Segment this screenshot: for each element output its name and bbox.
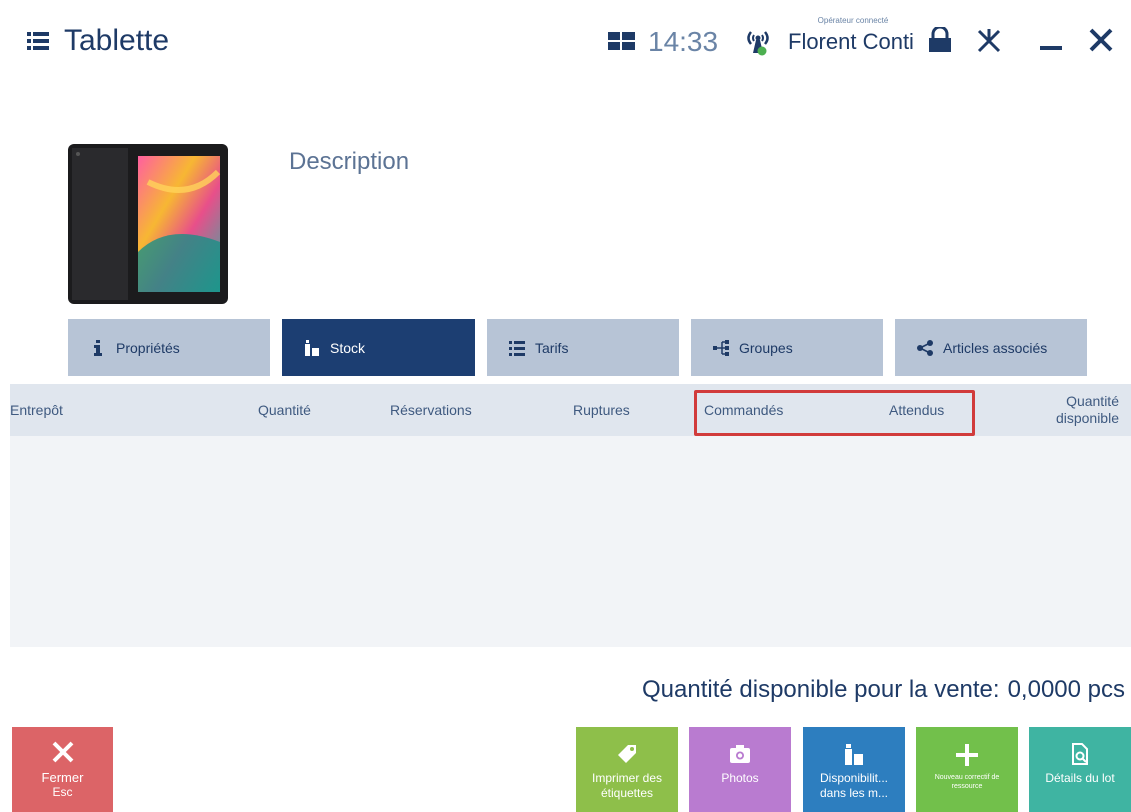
column-header-reservations[interactable]: Réservations [390, 402, 472, 418]
availability-value: 0,0000 pcs [1007, 676, 1125, 703]
tab-label: Articles associés [943, 339, 1048, 356]
lot-details-label: Détails du lot [1045, 771, 1115, 785]
lock-icon[interactable] [928, 25, 952, 53]
column-header-expected[interactable]: Attendus [889, 402, 944, 418]
column-header-quantity[interactable]: Quantité [258, 402, 311, 418]
tools-icon[interactable] [975, 27, 1003, 55]
tab-stock[interactable]: Stock [282, 319, 475, 376]
groups-icon [713, 339, 729, 356]
plus-icon [956, 744, 978, 766]
tab-related-articles[interactable]: Articles associés [895, 319, 1087, 376]
print-labels-label: Imprimer des étiquettes [591, 771, 662, 800]
stock-table-body [10, 436, 1131, 647]
column-header-shortages[interactable]: Ruptures [573, 402, 630, 418]
warehouse-availability-button[interactable]: Disponibilit... dans les m... [803, 727, 905, 812]
availability-summary: Quantité disponible pour la vente: 0,0000… [642, 676, 1125, 704]
product-image [68, 142, 228, 306]
camera-icon [730, 745, 750, 763]
new-resource-correction-button[interactable]: Nouveau correctif de ressource [916, 727, 1018, 812]
photos-button[interactable]: Photos [689, 727, 791, 812]
warehouse-availability-label: Disponibilit... dans les m... [819, 771, 889, 800]
tab-properties[interactable]: Propriétés [68, 319, 270, 376]
document-search-icon [1072, 743, 1088, 765]
close-button-label: Fermer [41, 770, 84, 785]
tab-label: Tarifs [535, 339, 569, 356]
stock-table-header: Entrepôt Quantité Réservations Ruptures … [10, 384, 1131, 436]
close-icon[interactable] [1088, 27, 1114, 53]
operator-caption: Opérateur connecté [817, 16, 889, 25]
share-icon [917, 339, 933, 356]
list-icon [509, 340, 525, 356]
column-header-ordered[interactable]: Commandés [704, 402, 783, 418]
tab-label: Groupes [739, 339, 793, 356]
minimize-icon[interactable] [1040, 46, 1062, 50]
hamburger-menu-icon[interactable] [27, 31, 49, 51]
photos-label: Photos [721, 771, 759, 785]
tiles-icon[interactable] [608, 32, 635, 50]
description-label: Description [289, 148, 410, 175]
tab-tariffs[interactable]: Tarifs [487, 319, 679, 376]
tag-icon [618, 745, 636, 763]
app-header: Tablette 14:33 Opérateur connecté Floren… [0, 0, 1131, 90]
close-button[interactable]: Fermer Esc [12, 727, 113, 812]
warehouse-icon [845, 744, 863, 765]
tab-label: Stock [330, 339, 366, 356]
close-button-shortcut: Esc [52, 785, 73, 799]
print-labels-button[interactable]: Imprimer des étiquettes [576, 727, 678, 812]
column-header-available-quantity[interactable]: Quantité disponible [1039, 393, 1119, 427]
column-header-warehouse[interactable]: Entrepôt [10, 402, 63, 418]
tab-groups[interactable]: Groupes [691, 319, 883, 376]
lot-details-button[interactable]: Détails du lot [1029, 727, 1131, 812]
clock: 14:33 [648, 26, 719, 57]
info-icon [90, 339, 106, 356]
connection-signal-icon [742, 27, 774, 57]
app-title: Tablette [64, 24, 170, 57]
tab-label: Propriétés [116, 339, 180, 356]
operator-name: Florent Conti [788, 29, 914, 54]
warehouse-icon [304, 339, 320, 356]
availability-label: Quantité disponible pour la vente: [642, 676, 1000, 703]
close-icon [52, 741, 73, 763]
new-resource-correction-label: Nouveau correctif de ressource [934, 774, 1000, 790]
